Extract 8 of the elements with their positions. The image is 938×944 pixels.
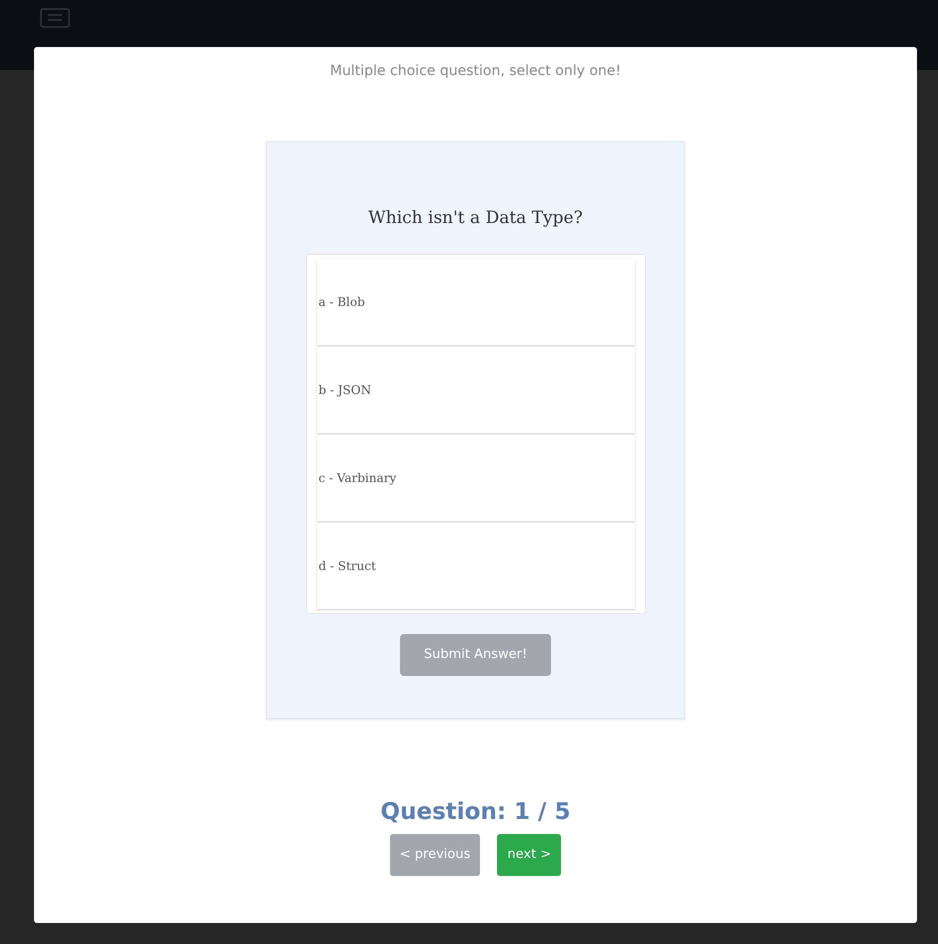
instruction-text: Multiple choice question, select only one! bbox=[330, 62, 621, 81]
answer-option[interactable]: a - Blob bbox=[316, 258, 634, 344]
menu-icon[interactable] bbox=[40, 8, 70, 28]
question-counter: Question: 1 / 5 bbox=[380, 798, 570, 827]
answer-option[interactable]: d - Struct bbox=[316, 522, 634, 608]
answer-option[interactable]: b - JSON bbox=[316, 346, 634, 432]
question-title: Which isn't a Data Type? bbox=[368, 207, 583, 230]
answer-option[interactable]: c - Varbinary bbox=[316, 434, 634, 520]
